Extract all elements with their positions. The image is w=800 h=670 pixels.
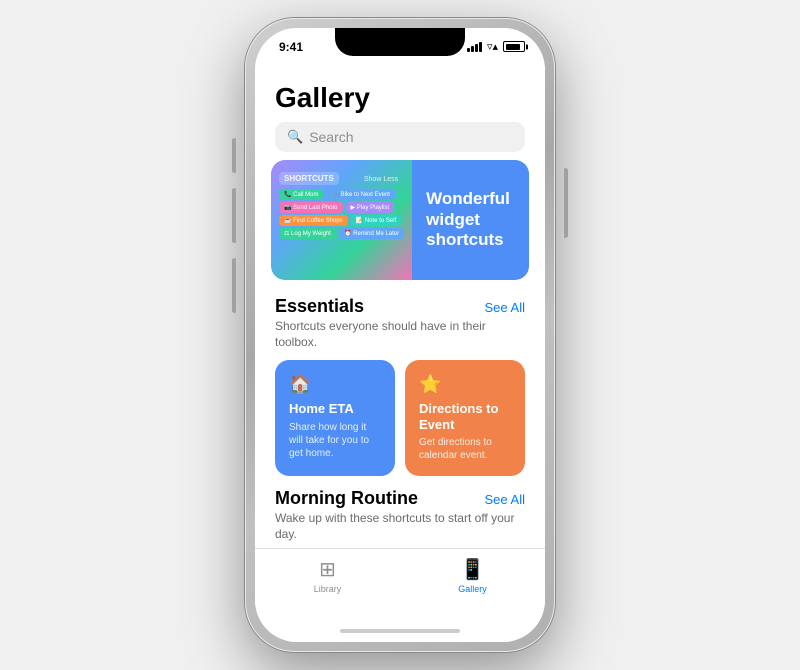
phone-screen: 9:41 ▿▴ Galle [255,28,545,642]
essentials-subtitle: Shortcuts everyone should have in their … [275,319,525,350]
gallery-icon: 📱 [460,557,485,582]
screen-content[interactable]: Gallery 🔍 Search SHORTCUTS Show Less [255,72,545,548]
directions-desc: Get directions to calendar event. [419,436,511,462]
hero-title: Wonderful widget shortcuts [426,189,515,250]
volume-down-button [232,258,236,313]
show-less[interactable]: Show Less [364,176,398,183]
silent-switch [232,138,236,173]
tab-library[interactable]: ⊞ Library [255,557,400,594]
home-indicator [255,620,545,642]
shortcut-pill[interactable]: ☕ Find Coffee Shops [279,215,348,226]
search-icon: 🔍 [287,129,303,145]
shortcut-pill[interactable]: ⚖ Log My Weight [279,228,336,239]
shortcuts-label: SHORTCUTS [279,172,339,185]
page-header: Gallery 🔍 Search [255,72,545,160]
home-eta-card[interactable]: 🏠 Home ETA Share how long it will take f… [275,360,395,476]
power-button [564,168,568,238]
essentials-section: Essentials See All Shortcuts everyone sh… [255,296,545,488]
shortcut-pill[interactable]: 📝 Note to Self [351,215,402,226]
volume-up-button [232,188,236,243]
morning-header: Morning Routine See All [275,488,525,509]
essentials-see-all[interactable]: See All [485,300,525,315]
home-bar [340,629,460,633]
home-eta-desc: Share how long it will take for you to g… [289,421,381,460]
shortcut-pill[interactable]: ▶ Play Playlist [346,202,395,213]
page-title: Gallery [275,82,525,114]
wifi-icon: ▿▴ [487,40,498,53]
search-placeholder: Search [309,129,353,145]
essentials-title: Essentials [275,296,364,317]
directions-title: Directions to Event [419,401,511,432]
shortcut-pill[interactable]: ⏰ Remind Me Later [339,228,404,239]
search-bar[interactable]: 🔍 Search [275,122,525,152]
star-icon: ⭐ [419,374,511,395]
phone-frame: 9:41 ▿▴ Galle [245,18,555,652]
shortcut-row-1: 📞 Call Mom 🚲 Bike to Next Event [279,189,404,200]
morning-routine-section: Morning Routine See All Wake up with the… [255,488,545,548]
notch [335,28,465,56]
signal-icon [467,42,482,52]
shortcut-row-2: 📷 Send Last Photo ▶ Play Playlist [279,202,404,213]
shortcut-pill[interactable]: 📞 Call Mom [279,189,323,200]
morning-title: Morning Routine [275,488,418,509]
tab-gallery[interactable]: 📱 Gallery [400,557,545,594]
shortcut-row-4: ⚖ Log My Weight ⏰ Remind Me Later [279,228,404,239]
library-label: Library [314,584,342,594]
home-icon: 🏠 [289,374,381,395]
morning-subtitle: Wake up with these shortcuts to start of… [275,511,525,542]
essentials-cards: 🏠 Home ETA Share how long it will take f… [275,360,525,476]
directions-card[interactable]: ⭐ Directions to Event Get directions to … [405,360,525,476]
status-icons: ▿▴ [467,40,525,53]
home-eta-title: Home ETA [289,401,381,417]
hero-left: SHORTCUTS Show Less 📞 Call Mom 🚲 Bike to… [271,160,412,280]
library-icon: ⊞ [319,557,336,582]
morning-see-all[interactable]: See All [485,492,525,507]
tab-bar: ⊞ Library 📱 Gallery [255,548,545,620]
gallery-label: Gallery [458,584,487,594]
essentials-header: Essentials See All [275,296,525,317]
shortcut-row-3: ☕ Find Coffee Shops 📝 Note to Self [279,215,404,226]
status-bar: 9:41 ▿▴ [255,28,545,72]
shortcut-pill[interactable]: 📷 Send Last Photo [279,202,343,213]
battery-icon [503,41,525,52]
hero-right: Wonderful widget shortcuts [412,160,529,280]
shortcut-pill[interactable]: 🚲 Bike to Next Event [326,189,395,200]
hero-banner[interactable]: SHORTCUTS Show Less 📞 Call Mom 🚲 Bike to… [271,160,529,280]
